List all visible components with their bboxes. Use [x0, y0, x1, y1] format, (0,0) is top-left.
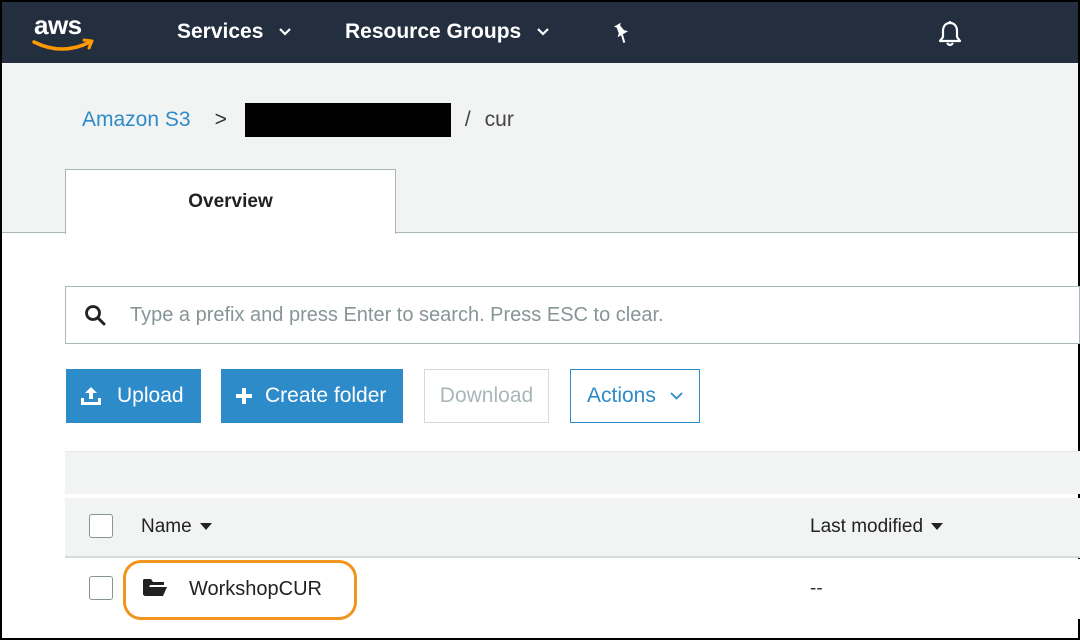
actions-dropdown-button[interactable]: Actions [570, 369, 700, 423]
redacted-bucket-name [244, 103, 451, 137]
column-header-name[interactable]: Name [141, 516, 212, 538]
prefix-search-box[interactable] [65, 286, 1080, 344]
pin-icon[interactable] [610, 22, 632, 44]
aws-logo-text: aws [34, 10, 82, 40]
resource-groups-menu[interactable]: Resource Groups [345, 20, 549, 44]
column-header-last-modified[interactable]: Last modified [810, 516, 944, 538]
column-header-name-label: Name [141, 516, 192, 537]
breadcrumb-slash: / [464, 108, 471, 131]
services-label: Services [177, 20, 264, 43]
search-input[interactable] [130, 303, 1010, 327]
table-header: Name Last modified [65, 498, 1080, 558]
breadcrumb: Amazon S3 > / cur [82, 103, 514, 137]
tab-overview[interactable]: Overview [65, 169, 396, 234]
search-icon [85, 305, 106, 326]
breadcrumb-amazon-s3-link[interactable]: Amazon S3 [82, 108, 191, 132]
breadcrumb-current-folder: cur [484, 108, 514, 131]
chevron-down-icon [279, 28, 292, 36]
upload-button[interactable]: Upload [66, 369, 201, 423]
breadcrumb-separator: > [214, 108, 227, 131]
row-checkbox[interactable] [89, 576, 113, 600]
services-menu[interactable]: Services [177, 20, 292, 44]
folder-name-link[interactable]: WorkshopCUR [189, 578, 322, 601]
upload-label: Upload [117, 384, 184, 407]
upload-icon [81, 387, 101, 405]
select-all-checkbox[interactable] [89, 514, 113, 538]
create-folder-button[interactable]: Create folder [221, 369, 403, 423]
plus-icon [236, 388, 252, 404]
last-modified-value: -- [810, 578, 823, 599]
download-label: Download [439, 384, 534, 407]
chevron-down-icon [670, 392, 683, 400]
notifications-bell-icon[interactable] [937, 20, 963, 48]
create-folder-label: Create folder [265, 384, 387, 407]
chevron-down-icon [537, 28, 549, 36]
top-navigation-bar: aws Services Resource Groups [2, 2, 1078, 63]
actions-label: Actions [587, 384, 656, 407]
aws-smile-icon [32, 38, 94, 51]
sort-down-icon [199, 523, 212, 530]
aws-logo[interactable]: aws [32, 10, 98, 56]
sort-down-icon [931, 523, 944, 530]
folder-open-icon [143, 579, 167, 596]
resource-groups-label: Resource Groups [345, 20, 522, 43]
table-row: WorkshopCUR -- [65, 559, 1080, 619]
column-header-last-modified-label: Last modified [810, 516, 924, 537]
header-area: Amazon S3 > / cur Overview [2, 63, 1078, 234]
download-button[interactable]: Download [424, 369, 549, 423]
table-toolbar-band [65, 451, 1080, 494]
